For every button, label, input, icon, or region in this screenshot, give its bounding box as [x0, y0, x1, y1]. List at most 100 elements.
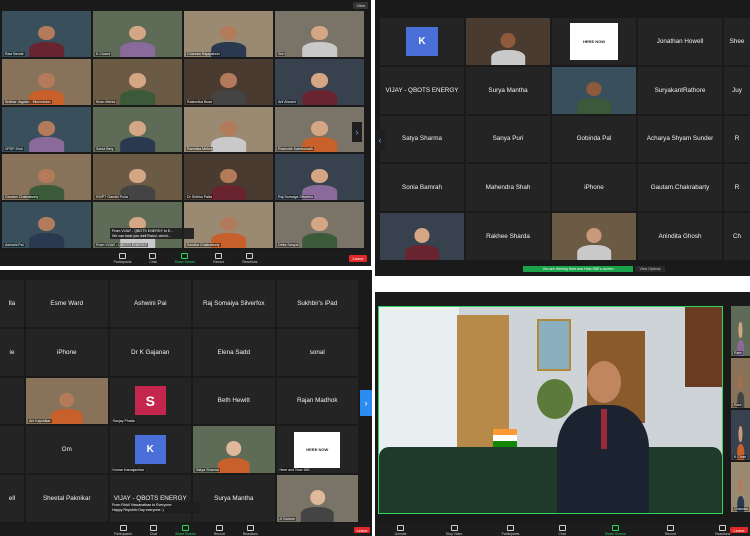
participant-tile[interactable]: iPhone: [552, 164, 636, 212]
participant-tile[interactable]: Sonia Bamrah: [380, 164, 464, 212]
participant-tile[interactable]: Ramnika Mehra: [184, 106, 273, 153]
toolbar-participants-button[interactable]: Participants: [502, 524, 519, 536]
toolbar-reactions-button[interactable]: Reactions: [242, 252, 257, 264]
toolbar-reactions-button[interactable]: Reactions: [243, 524, 258, 536]
participant-tile[interactable]: Acharya Shyam Sunder: [638, 115, 722, 163]
leave-button[interactable]: Leave: [730, 527, 748, 533]
participant-tile[interactable]: Ashwini Pai: [109, 280, 191, 327]
toolbar-record-button[interactable]: Record: [214, 524, 225, 536]
toolbar-record-button[interactable]: Record: [213, 252, 224, 264]
participant-tile[interactable]: K: [380, 18, 464, 65]
participant-tile[interactable]: Surya Mantha: [466, 66, 550, 114]
participant-tile[interactable]: Sonia Bery: [93, 106, 182, 153]
toolbar-share-screen-button[interactable]: Share Screen: [175, 524, 196, 536]
participant-tile[interactable]: JI Bartum: [276, 475, 358, 522]
participant-tile[interactable]: Raj Somaiya Silverfox: [193, 280, 275, 327]
participant-tile[interactable]: Sukhbir's iPad: [276, 280, 358, 327]
participant-tile[interactable]: Ravi Bende: [2, 11, 91, 57]
participant-tile[interactable]: S Sanjay Phatia: [109, 377, 191, 425]
toolbar-chat-button[interactable]: Chat: [149, 252, 157, 264]
participant-tile[interactable]: Shee: [724, 18, 750, 65]
participant-tile[interactable]: Ch: [724, 213, 750, 260]
participant-tile[interactable]: SuryakantRathore: [638, 66, 722, 114]
participant-tile[interactable]: Juy: [724, 66, 750, 114]
toolbar-record-button[interactable]: Record: [665, 524, 676, 536]
participant-tile[interactable]: [380, 213, 464, 260]
participant-thumbnail[interactable]: Ram: [731, 306, 750, 356]
participant-tile[interactable]: R: [724, 115, 750, 163]
participant-tile[interactable]: Jonathan Howell: [638, 18, 722, 65]
participant-tile[interactable]: Esme Ward: [26, 280, 108, 327]
participant-tile[interactable]: Anindita Ghosh: [638, 213, 722, 260]
participant-tile[interactable]: Rakhee Sharda: [466, 213, 550, 260]
participant-tile[interactable]: R: [724, 164, 750, 212]
participant-tile[interactable]: Om: [26, 426, 108, 474]
participant-tile[interactable]: lla: [0, 280, 24, 327]
participant-tile[interactable]: Arif Ahmed: [275, 58, 364, 105]
toolbar-share-screen-button[interactable]: Share Screen: [175, 252, 195, 264]
view-button[interactable]: View: [353, 2, 368, 9]
participant-tile[interactable]: Ani Kapridkar: [26, 377, 108, 425]
toolbar-chat-button[interactable]: Chat: [559, 524, 566, 536]
participant-tile[interactable]: KWPT Gandhi Pulla: [93, 154, 182, 201]
participant-tile[interactable]: sonal: [276, 328, 358, 376]
participant-tile[interactable]: VPSP Sinh: [2, 106, 91, 153]
participant-tile[interactable]: iPhone: [26, 328, 108, 376]
participant-thumbnail[interactable]: Chandra: [731, 462, 750, 512]
participant-tile[interactable]: Satya Sharma: [193, 426, 275, 474]
participant-tile[interactable]: Raj Somaiya Silverfox: [275, 154, 364, 201]
participant-tile[interactable]: [466, 18, 550, 65]
participant-tile[interactable]: [552, 213, 636, 260]
toolbar-chat-button[interactable]: Chat: [150, 524, 157, 536]
toolbar-participants-button[interactable]: Participants: [114, 524, 132, 536]
participant-tile[interactable]: Shri: [275, 11, 364, 57]
participant-tile[interactable]: VIJAY - QBOTS ENERGY: [380, 66, 464, 114]
toolbar-reactions-button[interactable]: Reactions: [715, 524, 730, 536]
participant-tile[interactable]: K Chand: [93, 11, 182, 57]
participant-tile[interactable]: Kiran Mehta: [93, 58, 182, 105]
leave-button[interactable]: Leave: [354, 527, 370, 533]
participant-tile[interactable]: Sheetal Paknikar: [26, 475, 108, 522]
participant-thumbnail[interactable]: Rani: [731, 358, 750, 408]
chat-notification[interactable]: From Riddi Viswanathan to Everyone: Happ…: [110, 502, 200, 514]
participant-thumbnail[interactable]: K Chan: [731, 410, 750, 460]
participant-tile[interactable]: Dr K Gajanan: [109, 328, 191, 376]
participant-tile[interactable]: Gobinda Pal: [552, 115, 636, 163]
participant-tile[interactable]: Delta Sanyal: [275, 202, 364, 248]
participant-tile[interactable]: ie: [0, 328, 24, 376]
prev-page-arrow[interactable]: ‹: [375, 130, 385, 150]
participant-tile[interactable]: Chandra Rajapakshi: [184, 11, 273, 57]
participant-tile[interactable]: Gautam Chakraborty: [2, 154, 91, 201]
toolbar-unmute-button[interactable]: Unmute: [395, 524, 407, 536]
participant-tile[interactable]: Satya Sharma: [380, 115, 464, 163]
toolbar-share-screen-button[interactable]: Share Screen: [605, 524, 626, 536]
participant-tile[interactable]: ell: [0, 475, 24, 522]
toolbar-stop-video-button[interactable]: Stop Video: [446, 524, 462, 536]
participant-tile[interactable]: [0, 377, 24, 425]
participant-tile[interactable]: [0, 426, 24, 474]
participant-tile[interactable]: Beth Hewitt: [193, 377, 275, 425]
participant-tile[interactable]: [552, 66, 636, 114]
participant-tile[interactable]: HERE NOW: [552, 18, 636, 65]
participant-tile[interactable]: Rashmika Bose: [184, 58, 273, 105]
participant-tile[interactable]: Dr Shikha Palta: [184, 154, 273, 201]
next-page-arrow[interactable]: ›: [352, 122, 362, 142]
participant-tile[interactable]: Ashwini Pai: [2, 202, 91, 248]
participant-tile[interactable]: Kavitha Chakraborty: [184, 202, 273, 248]
participant-tile[interactable]: Ravinolle Kamboinath: [275, 106, 364, 153]
participant-tile[interactable]: Elena Sadd: [193, 328, 275, 376]
toolbar-participants-button[interactable]: Participants: [114, 252, 131, 264]
participant-tile[interactable]: VIJAY - QBOTS ENERGY: [109, 475, 191, 522]
next-page-arrow[interactable]: ›: [360, 390, 372, 416]
participant-tile[interactable]: Gautam.Chakrabarty: [638, 164, 722, 212]
participant-tile[interactable]: From VIJAY - QBOTS ENERGY: [93, 202, 182, 248]
participant-tile[interactable]: Surya Mantha: [193, 475, 275, 522]
view-options-button[interactable]: View Options: [635, 266, 665, 272]
participant-tile[interactable]: Sridhar Jagdan - Microvision: [2, 58, 91, 105]
participant-tile[interactable]: K Kumar Kamajanikar: [109, 426, 191, 474]
participant-tile[interactable]: Sanya Puri: [466, 115, 550, 163]
chat-notification[interactable]: From VIJAY - QBOTS ENERGY to E... We can…: [110, 228, 194, 240]
leave-button[interactable]: Leave: [349, 255, 367, 262]
participant-tile[interactable]: Rajan Madhok: [276, 377, 358, 425]
participant-tile[interactable]: Mahendra Shah: [466, 164, 550, 212]
